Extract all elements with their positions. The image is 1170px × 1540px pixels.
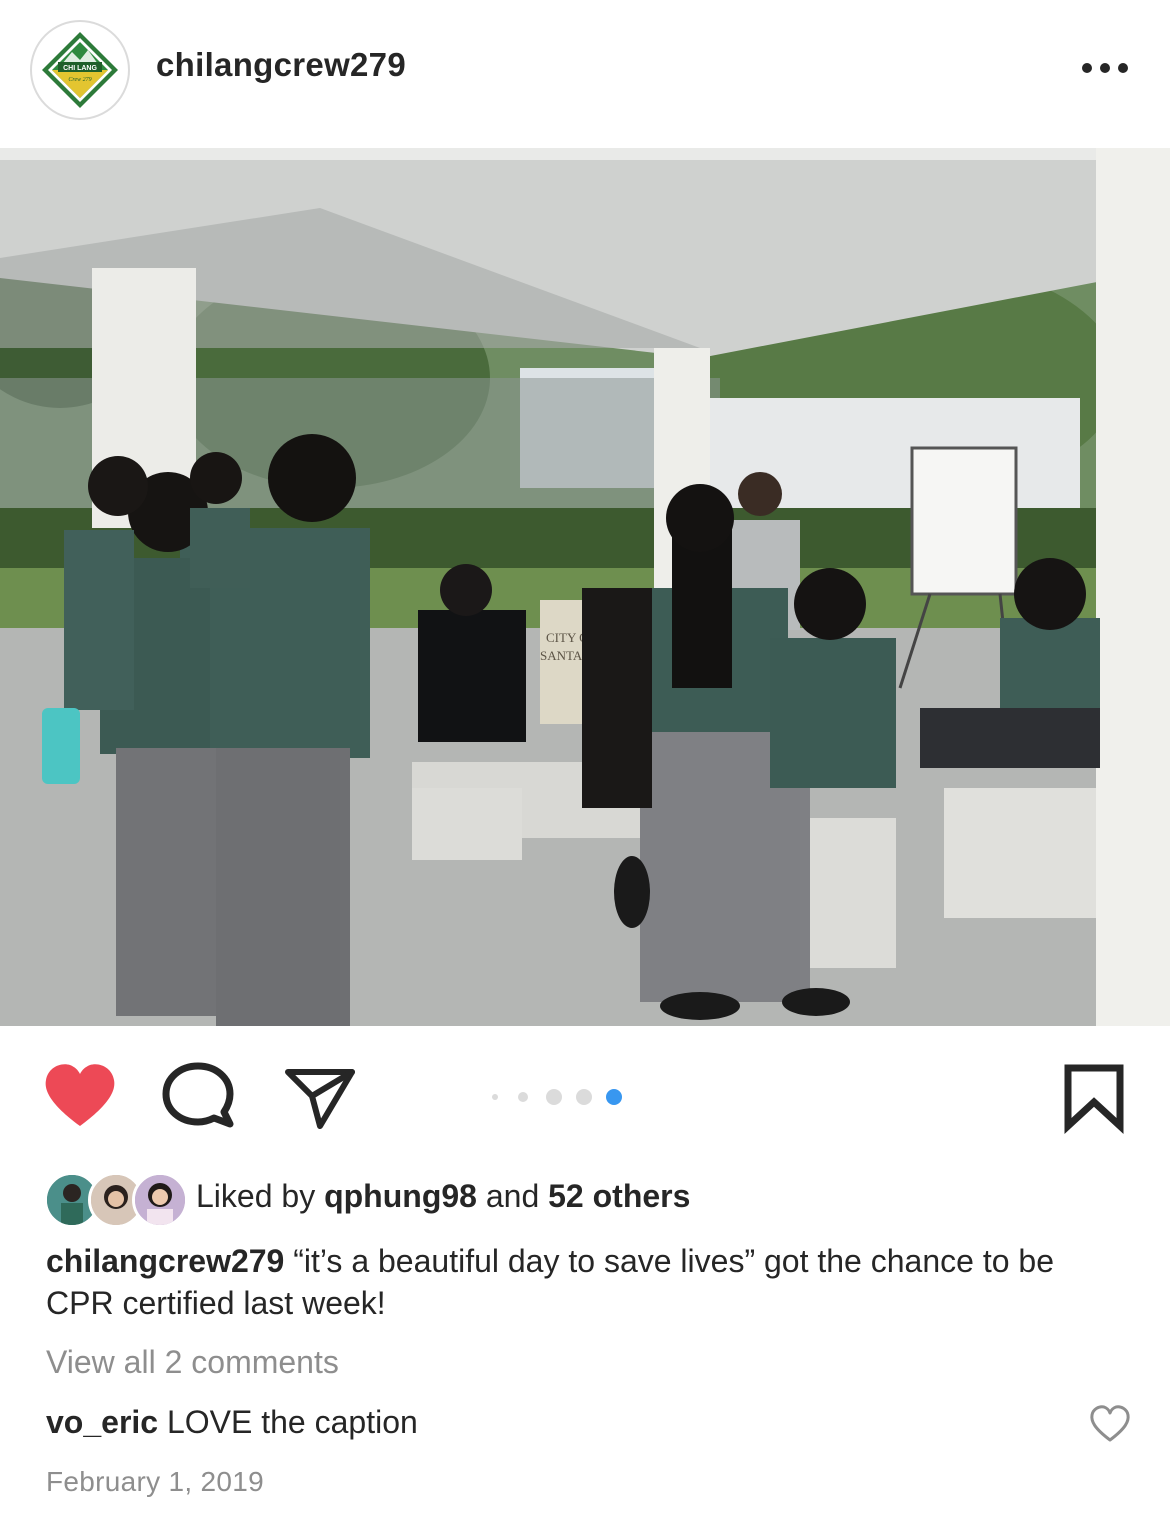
- comment-username[interactable]: vo_eric: [46, 1404, 158, 1440]
- carousel-dot: [576, 1089, 592, 1105]
- sign-text-line2: SANTA: [540, 648, 583, 663]
- like-button[interactable]: [40, 1056, 120, 1136]
- liker-avatar-image: [135, 1175, 185, 1225]
- view-all-comments-link[interactable]: View all 2 comments: [46, 1344, 339, 1381]
- post-image: CITY O SANTA: [0, 148, 1170, 1026]
- likes-row[interactable]: Liked by qphung98 and 52 others: [44, 1168, 1144, 1228]
- post-date: February 1, 2019: [46, 1466, 265, 1497]
- logo-text-top: CHI LANG: [63, 65, 97, 72]
- comment-item: vo_eric LOVE the caption: [46, 1404, 418, 1441]
- carousel-dot: [492, 1094, 498, 1100]
- post-header: CHI LANG Crew 279 chilangcrew279: [0, 0, 1170, 148]
- more-horizontal-icon: [1082, 63, 1092, 73]
- likes-others-link[interactable]: 52 others: [548, 1178, 690, 1214]
- post-username[interactable]: chilangcrew279: [156, 46, 406, 84]
- comment-icon: [162, 1062, 234, 1128]
- heart-outline-icon: [1090, 1405, 1130, 1442]
- comment-text: LOVE the caption: [166, 1404, 418, 1440]
- comment-like-button[interactable]: [1088, 1404, 1132, 1444]
- bookmark-icon: [1064, 1064, 1124, 1134]
- carousel-dot-active: [606, 1089, 622, 1105]
- likes-text: Liked by qphung98 and 52 others: [196, 1178, 690, 1215]
- likes-joiner: and: [485, 1178, 540, 1214]
- save-button[interactable]: [1054, 1056, 1134, 1136]
- caption-username[interactable]: chilangcrew279: [46, 1243, 284, 1279]
- post-photo[interactable]: CITY O SANTA: [0, 148, 1170, 1026]
- crew-logo: CHI LANG Crew 279: [34, 24, 126, 116]
- likes-user-link[interactable]: qphung98: [324, 1178, 477, 1214]
- more-dot: [1100, 63, 1110, 73]
- post-caption: chilangcrew279 “it’s a beautiful day to …: [46, 1240, 1106, 1324]
- likes-prefix: Liked by: [196, 1178, 316, 1214]
- carousel-dot: [518, 1092, 528, 1102]
- more-options-button[interactable]: [1070, 48, 1140, 88]
- logo-text-bottom: Crew 279: [68, 77, 91, 83]
- carousel-indicator: [486, 1088, 646, 1106]
- paper-plane-icon: [285, 1069, 355, 1129]
- share-button[interactable]: [280, 1056, 360, 1136]
- comment-button[interactable]: [158, 1056, 238, 1136]
- profile-avatar[interactable]: CHI LANG Crew 279: [30, 20, 130, 120]
- more-dot: [1118, 63, 1128, 73]
- heart-filled-icon: [45, 1064, 115, 1126]
- carousel-dot: [546, 1089, 562, 1105]
- liker-avatar: [132, 1172, 188, 1228]
